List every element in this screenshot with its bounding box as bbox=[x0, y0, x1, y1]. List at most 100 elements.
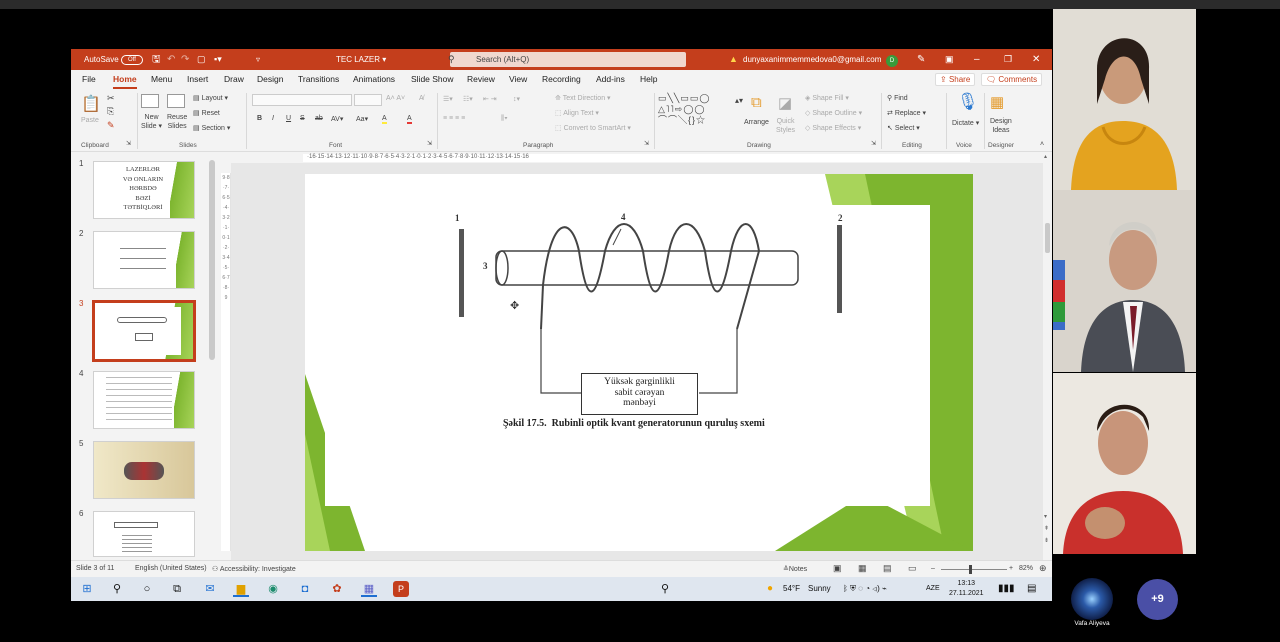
drawing-launcher-icon[interactable]: ⇲ bbox=[871, 140, 876, 147]
arrange-icon[interactable]: ⧉ bbox=[751, 94, 762, 111]
shapes-scroll-icon[interactable]: ▴▾ bbox=[735, 96, 743, 105]
indent-icons[interactable]: ⇤ ⇥ bbox=[483, 95, 497, 103]
layout-button[interactable]: ▤ Layout ▾ bbox=[193, 94, 228, 102]
shapes-gallery[interactable]: ▭╲╲▭▭◯ △˥˥⇨◯◯ ⌒⌒╲{}☆ bbox=[658, 93, 710, 126]
text-direction-button[interactable]: ⟰ Text Direction ▾ bbox=[555, 94, 611, 102]
account-email[interactable]: dunyaxanimmemmedova0@gmail.com bbox=[743, 49, 881, 70]
tab-review[interactable]: Review bbox=[467, 74, 495, 84]
share-button[interactable]: ⇪ Share bbox=[935, 73, 976, 86]
thumbnail-slide-4[interactable] bbox=[93, 371, 195, 429]
cut-icon[interactable]: ✂ bbox=[107, 93, 115, 104]
zoom-thumb[interactable] bbox=[969, 565, 972, 574]
tab-menu[interactable]: Menu bbox=[151, 74, 172, 84]
edge-icon[interactable]: ◉ bbox=[265, 581, 281, 597]
shadow-button[interactable]: ab bbox=[315, 115, 323, 122]
design-ideas-icon[interactable]: ▦ bbox=[990, 93, 1004, 111]
paste-icon[interactable]: 📋 bbox=[81, 94, 101, 114]
save-icon[interactable]: 🖫 bbox=[152, 49, 161, 70]
design-ideas-button[interactable]: Design Ideas bbox=[990, 117, 1012, 135]
font-color-button[interactable]: A bbox=[407, 115, 412, 124]
diagram-image[interactable]: 1 2 3 4 Yüksək gərginlikli sabit cərəyan m… bbox=[325, 205, 930, 506]
customize-qat-icon[interactable]: ▿ bbox=[256, 49, 260, 70]
bullets-icon[interactable]: ☰▾ bbox=[443, 95, 453, 103]
select-button[interactable]: ↖ Select ▾ bbox=[887, 124, 920, 132]
viewer-avatar[interactable] bbox=[1071, 578, 1113, 620]
copy-icon[interactable]: ⎘ bbox=[107, 106, 114, 117]
avatar[interactable]: D bbox=[886, 49, 898, 70]
shape-outline-button[interactable]: ◇ Shape Outline ▾ bbox=[805, 109, 862, 117]
tab-draw[interactable]: Draw bbox=[224, 74, 244, 84]
ribbon-display-icon[interactable]: ▣ bbox=[945, 49, 954, 70]
tab-recording[interactable]: Recording bbox=[542, 74, 581, 84]
sorter-view-icon[interactable]: ▦ bbox=[858, 563, 867, 574]
case-button[interactable]: Aa▾ bbox=[356, 115, 368, 123]
search-input[interactable]: ⚲ Search (Alt+Q) bbox=[448, 52, 686, 67]
highlight-button[interactable]: A bbox=[382, 115, 387, 124]
zoom-level[interactable]: 82% bbox=[1019, 565, 1033, 572]
outlook-icon[interactable]: ◘ bbox=[297, 581, 313, 597]
clear-format-icon[interactable]: A̸ bbox=[419, 95, 424, 102]
pen-icon[interactable]: ✎ bbox=[917, 49, 925, 70]
comments-button[interactable]: 🗨 Comments bbox=[981, 73, 1043, 86]
teams-tray-icon[interactable]: ▮▮▮ bbox=[998, 577, 1015, 601]
presentation-icon[interactable]: ▢ bbox=[197, 49, 206, 70]
minimize-icon[interactable]: – bbox=[974, 49, 980, 70]
tab-view[interactable]: View bbox=[509, 74, 527, 84]
zoom-out-icon[interactable]: – bbox=[931, 565, 935, 572]
prev-slide-icon[interactable]: ⇞ bbox=[1044, 525, 1049, 532]
arrange-button[interactable]: Arrange bbox=[744, 119, 769, 126]
font-family-select[interactable] bbox=[252, 94, 352, 106]
zoom-slider[interactable] bbox=[941, 569, 1007, 570]
slideshow-icon[interactable]: ▪▾ bbox=[214, 49, 222, 70]
font-grow-icon[interactable]: A˄ A˅ bbox=[386, 95, 405, 102]
font-size-select[interactable] bbox=[354, 94, 382, 106]
close-icon[interactable]: ✕ bbox=[1032, 49, 1040, 70]
spacing-button[interactable]: AV▾ bbox=[331, 115, 343, 123]
thumbnail-scrollbar[interactable] bbox=[208, 156, 216, 556]
participant-video-1[interactable] bbox=[1053, 9, 1196, 190]
weather-icon[interactable]: ● bbox=[767, 577, 773, 601]
windows-start-icon[interactable]: ⊞ bbox=[79, 581, 95, 597]
tab-insert[interactable]: Insert bbox=[187, 74, 208, 84]
accessibility-status[interactable]: ⚇ Accessibility: Investigate bbox=[212, 565, 296, 573]
participant-video-3[interactable] bbox=[1053, 373, 1196, 554]
participant-video-2[interactable] bbox=[1053, 190, 1196, 372]
clipboard-launcher-icon[interactable]: ⇲ bbox=[126, 140, 131, 147]
redo-icon[interactable]: ↷ bbox=[181, 49, 189, 70]
paint-icon[interactable]: ✿ bbox=[329, 581, 345, 597]
autosave-toggle[interactable]: Off bbox=[121, 49, 143, 70]
tab-help[interactable]: Help bbox=[640, 74, 657, 84]
file-explorer-icon[interactable]: ▆ bbox=[233, 581, 249, 597]
slide-canvas[interactable]: 1 2 3 4 Yüksək gərginlikli sabit cərəyan m… bbox=[305, 174, 973, 551]
new-slide-button[interactable]: New Slide ▾ bbox=[141, 113, 162, 131]
tray-icons[interactable]: ᛒ ⛨ ◌ ◔ ◁) ⌁ bbox=[843, 577, 887, 601]
dictate-button[interactable]: Dictate ▾ bbox=[952, 119, 979, 127]
mail-icon[interactable]: ✉ bbox=[202, 581, 218, 597]
tab-transitions[interactable]: Transitions bbox=[298, 74, 339, 84]
scroll-down-icon[interactable]: ▾ bbox=[1044, 513, 1047, 520]
new-slide-icon[interactable] bbox=[141, 94, 159, 110]
fit-slide-icon[interactable]: ⊕ bbox=[1039, 563, 1047, 574]
weather-temp[interactable]: 54°F bbox=[783, 577, 800, 601]
tab-animations[interactable]: Animations bbox=[353, 74, 395, 84]
search-icon[interactable]: ⚲ bbox=[109, 581, 125, 597]
italic-button[interactable]: I bbox=[272, 115, 274, 122]
quick-styles-icon[interactable]: ◪ bbox=[778, 94, 792, 112]
shape-fill-button[interactable]: ◈ Shape Fill ▾ bbox=[805, 94, 849, 102]
line-spacing-icon[interactable]: ↕▾ bbox=[513, 95, 520, 103]
reuse-slides-button[interactable]: Reuse Slides bbox=[167, 113, 187, 131]
columns-icon[interactable]: ⫼▾ bbox=[501, 115, 508, 123]
align-icons[interactable]: ≡ ≡ ≡ ≡ bbox=[443, 115, 465, 122]
cortana-icon[interactable]: ○ bbox=[139, 581, 155, 597]
microphone-icon[interactable]: 🎙 bbox=[957, 92, 979, 112]
convert-smartart-button[interactable]: ⬚ Convert to SmartArt ▾ bbox=[555, 124, 631, 132]
next-slide-icon[interactable]: ⇟ bbox=[1044, 537, 1049, 544]
restore-icon[interactable]: ❐ bbox=[1004, 49, 1012, 70]
undo-icon[interactable]: ↶ bbox=[167, 49, 175, 70]
teams-icon[interactable]: ▦ bbox=[361, 581, 377, 597]
slide-scrollbar[interactable]: ▴ ▾ ⇞ ⇟ bbox=[1043, 153, 1052, 560]
shape-effects-button[interactable]: ◇ Shape Effects ▾ bbox=[805, 124, 861, 132]
thumbnail-slide-3[interactable] bbox=[92, 300, 196, 362]
task-view-icon[interactable]: ⧉ bbox=[169, 581, 185, 597]
reading-view-icon[interactable]: ▤ bbox=[883, 563, 892, 574]
